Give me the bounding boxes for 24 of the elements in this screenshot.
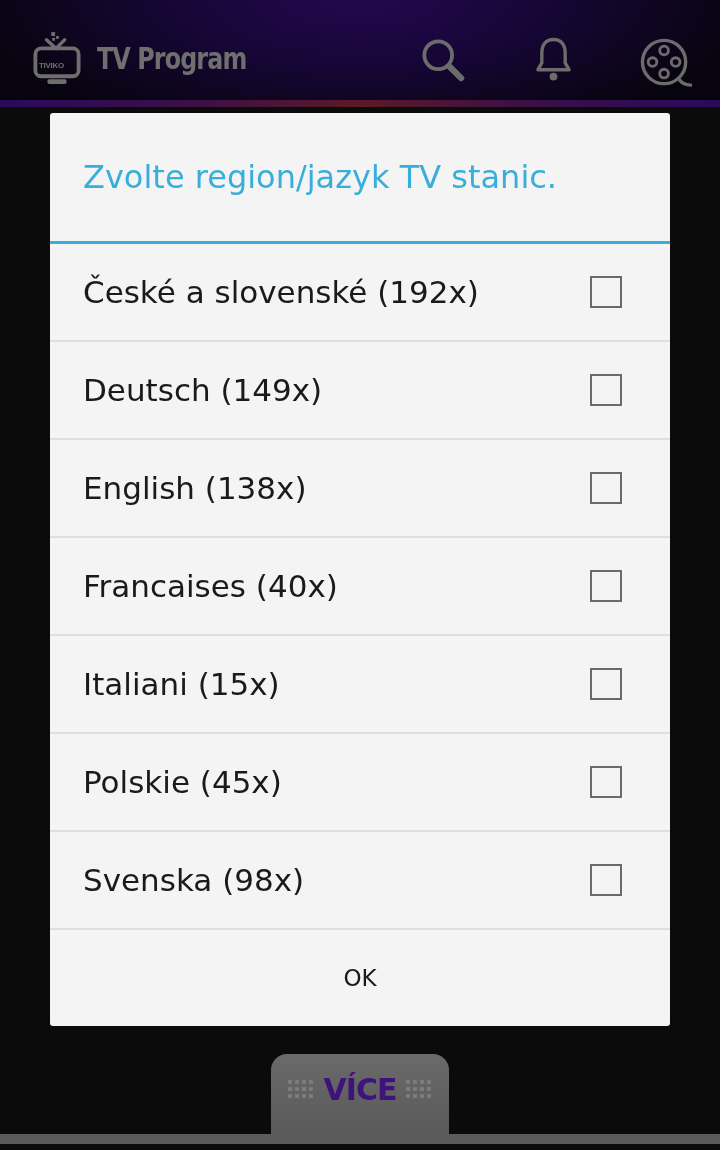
checkbox[interactable] bbox=[590, 276, 622, 308]
bell-icon[interactable] bbox=[535, 36, 572, 82]
dot-grid-icon bbox=[406, 1080, 433, 1098]
search-icon[interactable] bbox=[421, 38, 465, 82]
option-label[interactable]: Svenska (98x) bbox=[83, 862, 305, 898]
checkbox[interactable] bbox=[590, 864, 622, 896]
tv-logo-icon bbox=[33, 32, 81, 86]
option-label[interactable]: České a slovenské (192x) bbox=[83, 274, 479, 310]
checkbox[interactable] bbox=[590, 472, 622, 504]
dialog-title: Zvolte region/jazyk TV stanic. bbox=[82, 157, 559, 198]
dot-grid-icon bbox=[287, 1080, 314, 1098]
film-reel-icon[interactable] bbox=[640, 38, 692, 88]
checkbox[interactable] bbox=[590, 766, 622, 798]
option-label[interactable]: English (138x) bbox=[83, 470, 307, 506]
ok-button[interactable]: OK bbox=[50, 930, 670, 1026]
option-label[interactable]: Italiani (15x) bbox=[83, 666, 280, 702]
logo-text: TIVIKO bbox=[39, 61, 64, 70]
option-label[interactable]: Francaises (40x) bbox=[83, 568, 338, 604]
checkbox[interactable] bbox=[590, 570, 622, 602]
app-title: TV Program bbox=[97, 40, 247, 76]
option-label[interactable]: Polskie (45x) bbox=[83, 764, 282, 800]
checkbox[interactable] bbox=[590, 668, 622, 700]
checkbox[interactable] bbox=[590, 374, 622, 406]
option-label[interactable]: Deutsch (149x) bbox=[83, 372, 323, 408]
